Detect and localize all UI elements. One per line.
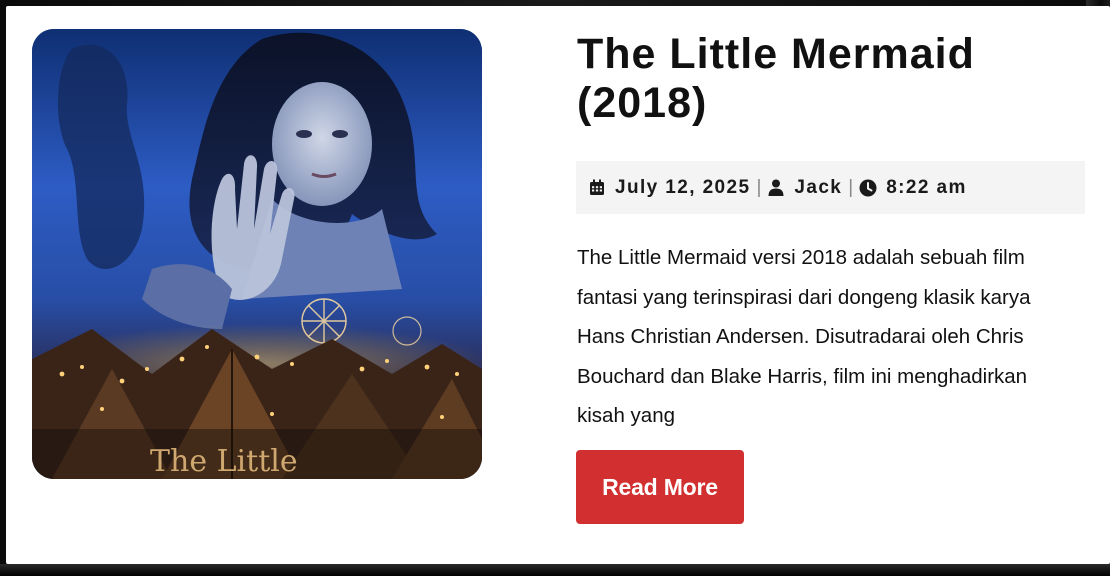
post-meta: July 12, 2025 | Jack | 8:22 am xyxy=(576,161,1085,214)
post-time: 8:22 am xyxy=(886,176,967,198)
meta-separator: | xyxy=(848,176,854,198)
clock-icon xyxy=(859,179,877,197)
post-author[interactable]: Jack xyxy=(794,177,842,199)
post-title[interactable]: The Little Mermaid (2018) xyxy=(577,30,1077,128)
post-date[interactable]: July 12, 2025 xyxy=(615,177,750,199)
frame-shadow xyxy=(0,564,1110,576)
post-excerpt: The Little Mermaid versi 2018 adalah seb… xyxy=(577,246,1031,427)
post-thumbnail[interactable]: The Little xyxy=(32,29,482,479)
user-icon xyxy=(767,179,785,197)
poster-image: The Little xyxy=(32,29,482,479)
meta-separator: | xyxy=(756,176,762,198)
read-more-button[interactable]: Read More xyxy=(576,450,744,524)
calendar-icon xyxy=(588,179,606,197)
poster-title-text: The Little xyxy=(150,444,298,479)
